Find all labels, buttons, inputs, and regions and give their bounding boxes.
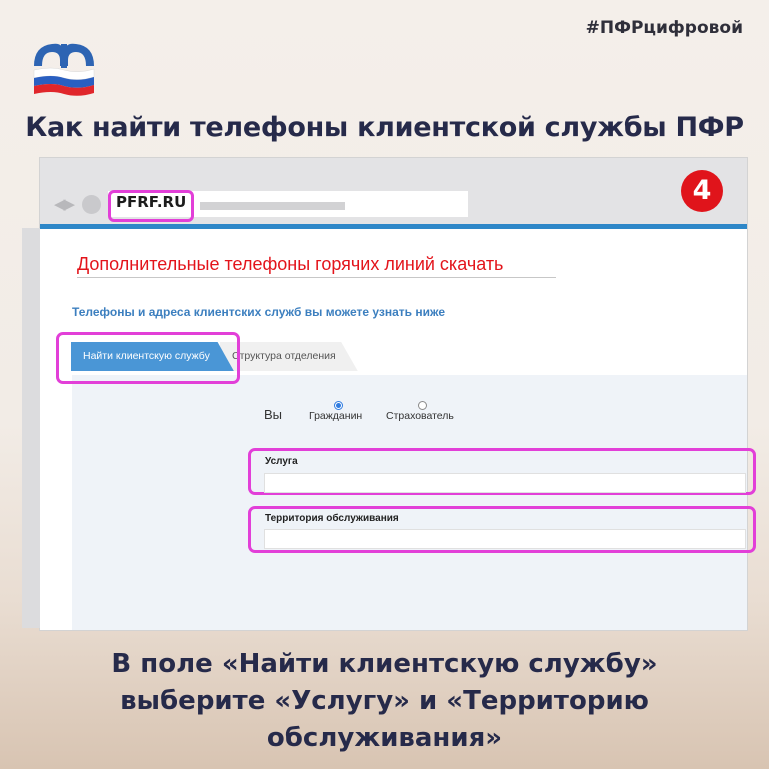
instruction-line-2: выберите «Услугу» и «Территорию: [120, 686, 649, 716]
tab-highlight: [56, 332, 240, 384]
pfr-logo-icon: [33, 43, 95, 96]
url-placeholder-bar: [200, 202, 345, 210]
browser-toolbar: ◀▶ PFRF.RU 4: [40, 158, 747, 229]
tab-structure[interactable]: Структура отделения: [220, 342, 358, 371]
instruction-line-3: обслуживания»: [266, 723, 503, 753]
url-highlight: [108, 190, 194, 222]
hashtag: #ПФРцифровой: [585, 18, 743, 38]
section-subtitle: Телефоны и адреса клиентских служб вы мо…: [72, 305, 446, 319]
sidebar-strip: [22, 228, 40, 628]
radio-citizen[interactable]: [334, 401, 343, 410]
headline: Как найти телефоны клиентской службы ПФР: [25, 112, 744, 143]
service-select[interactable]: [264, 473, 746, 493]
user-type-label: Вы: [264, 407, 283, 422]
territory-field-label: Территория обслуживания: [265, 513, 399, 524]
service-field-label: Услуга: [265, 456, 298, 467]
radio-insurer-label[interactable]: Страхователь: [386, 410, 454, 422]
instruction-text: В поле «Найти клиентскую службу» выберит…: [0, 646, 769, 757]
radio-insurer[interactable]: [418, 401, 427, 410]
step-badge: 4: [681, 170, 723, 212]
back-forward-icon[interactable]: ◀▶: [54, 195, 75, 213]
download-hotlines-link[interactable]: Дополнительные телефоны горячих линий ск…: [77, 254, 556, 278]
browser-window: ◀▶ PFRF.RU 4 Дополнительные телефоны гор…: [22, 158, 756, 630]
radio-citizen-label[interactable]: Гражданин: [309, 410, 362, 422]
reload-icon[interactable]: [82, 195, 101, 214]
territory-select[interactable]: [264, 529, 746, 549]
instruction-line-1: В поле «Найти клиентскую службу»: [111, 649, 658, 679]
